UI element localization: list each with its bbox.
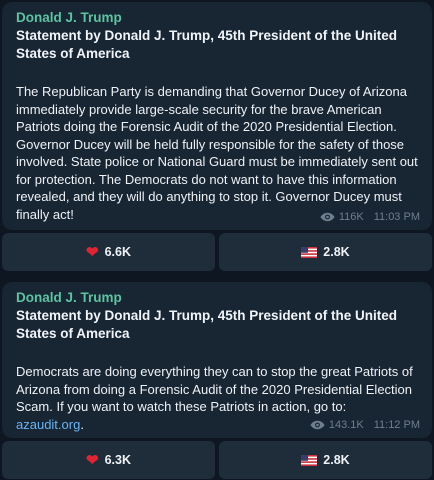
view-count: 116K <box>338 211 364 223</box>
reaction-heart-button[interactable]: ❤ 6.6K <box>2 233 215 271</box>
message-bubble: Donald J. Trump Statement by Donald J. T… <box>2 282 432 438</box>
message-time: 11:03 PM <box>373 211 420 223</box>
message-meta: 143.1K 11:12 PM <box>310 419 420 431</box>
statement-title: Statement by Donald J. Trump, 45th Presi… <box>16 28 398 61</box>
heart-icon: ❤ <box>86 451 99 469</box>
reaction-count: 2.8K <box>323 245 350 259</box>
reaction-flag-button[interactable]: 2.8K <box>219 441 432 479</box>
heart-icon: ❤ <box>86 243 99 261</box>
us-flag-icon <box>301 454 318 466</box>
message-bubble: Donald J. Trump Statement by Donald J. T… <box>2 2 432 230</box>
reaction-count: 2.8K <box>323 453 350 467</box>
eye-icon <box>320 212 335 222</box>
reaction-bar: ❤ 6.3K 2.8K <box>2 441 432 479</box>
view-count: 143.1K <box>328 419 364 431</box>
author-name[interactable]: Donald J. Trump <box>16 9 420 26</box>
message-meta: 116K 11:03 PM <box>320 211 420 223</box>
reaction-flag-button[interactable]: 2.8K <box>219 233 432 271</box>
reaction-count: 6.6K <box>104 245 131 259</box>
eye-icon <box>310 420 325 430</box>
audit-link[interactable]: azaudit.org <box>16 417 80 432</box>
us-flag-icon <box>301 246 318 258</box>
message-time: 11:12 PM <box>373 419 420 431</box>
reaction-bar: ❤ 6.6K 2.8K <box>2 233 432 271</box>
reaction-heart-button[interactable]: ❤ 6.3K <box>2 441 215 479</box>
author-name[interactable]: Donald J. Trump <box>16 289 420 306</box>
statement-title: Statement by Donald J. Trump, 45th Presi… <box>16 308 398 341</box>
reaction-count: 6.3K <box>104 453 131 467</box>
message-body: Democrats are doing everything they can … <box>16 364 413 414</box>
message-text: The Republican Party is demanding that G… <box>16 84 418 222</box>
link-suffix: . <box>80 416 84 432</box>
